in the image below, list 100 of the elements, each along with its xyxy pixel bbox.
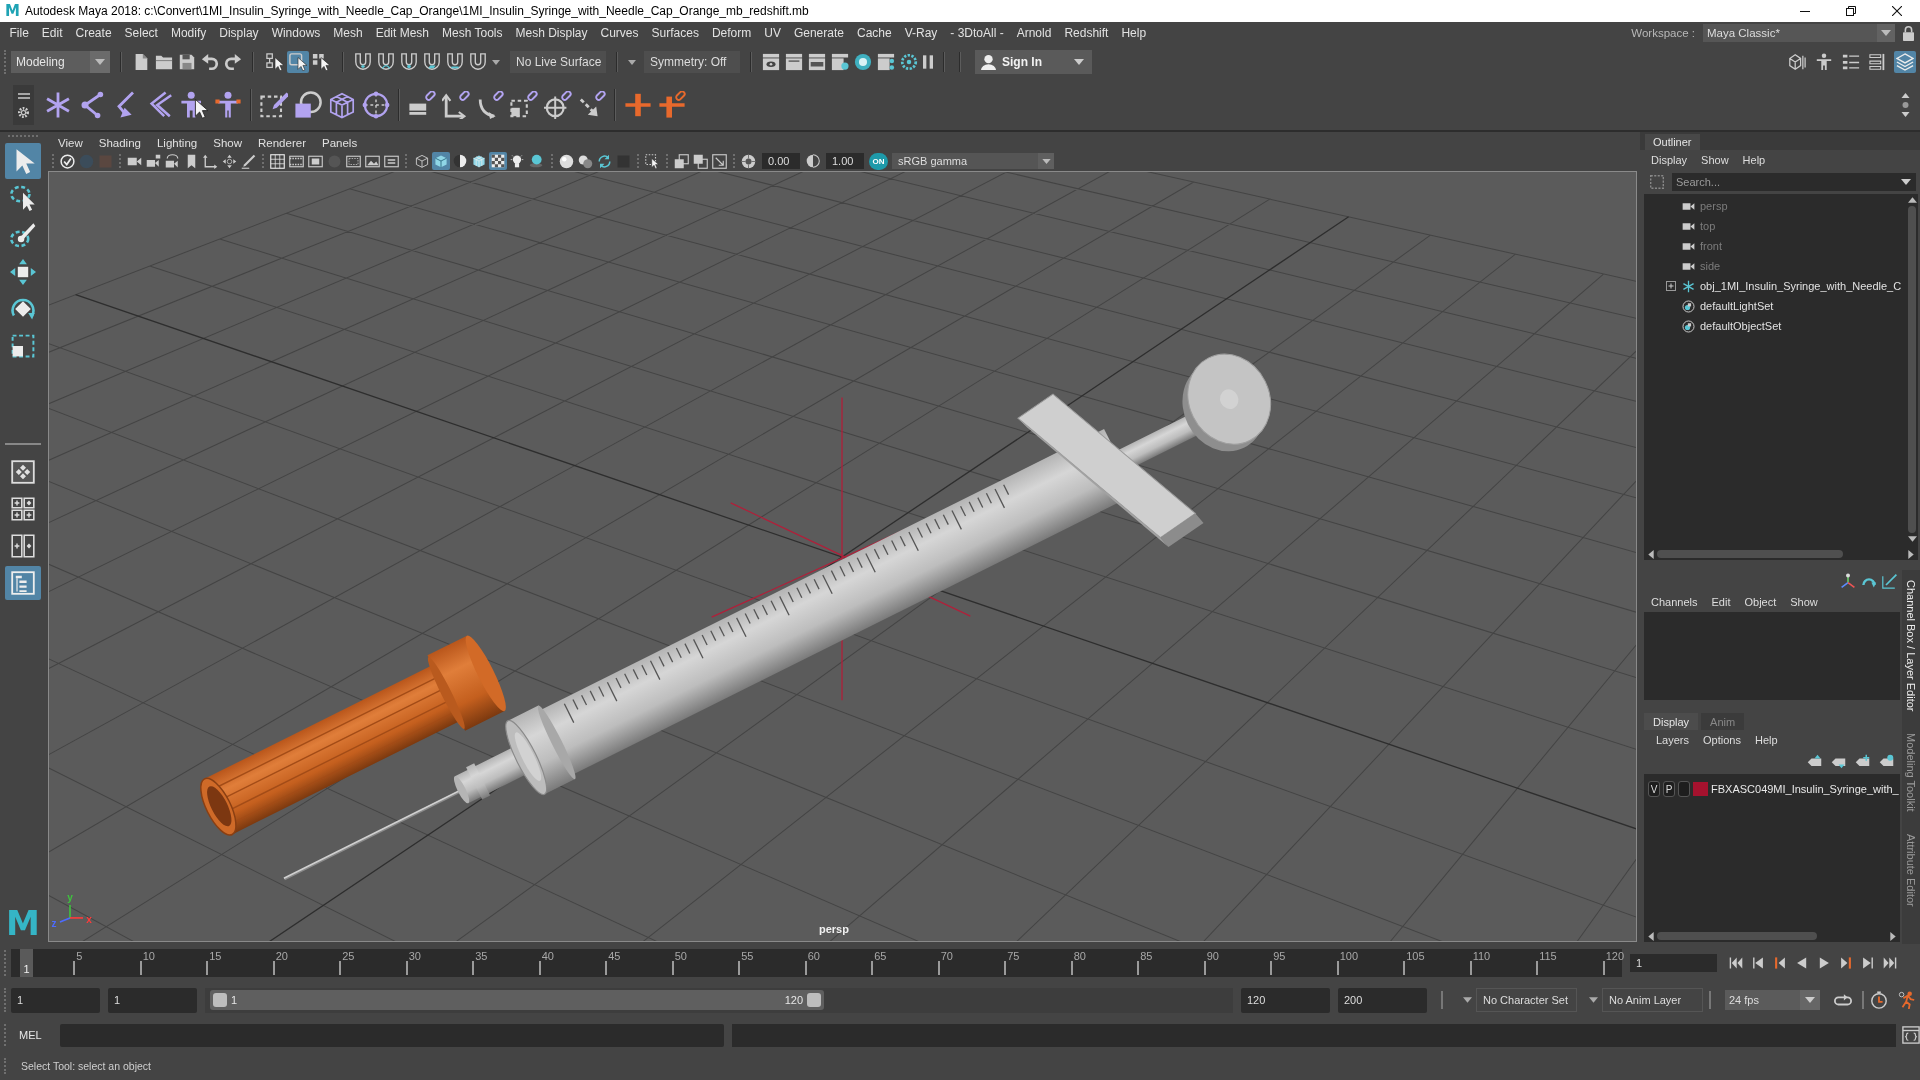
check-circle-icon[interactable] [60,153,75,169]
menu-item[interactable]: Curves [594,22,646,44]
clapper-bar-icon[interactable] [808,53,826,71]
crosshair-link-icon[interactable] [544,91,572,119]
layer-editor-tab[interactable]: Display [1644,713,1699,730]
corner-slash-icon[interactable] [1882,573,1898,589]
scrollbar-thumb[interactable] [1657,932,1817,940]
outliner-item[interactable]: obj_1MI_Insulin_Syringe_with_Needle_C [1644,276,1906,296]
step-forward-icon[interactable] [1861,956,1875,970]
panel-menu-item[interactable]: View [50,136,91,149]
aperture-icon[interactable] [741,153,756,169]
outliner-layout-button[interactable] [5,566,41,600]
menu-item[interactable]: Edit [35,22,70,44]
menu-item[interactable]: Cache [850,22,899,44]
user-icon[interactable] [981,54,996,70]
skip-start-icon[interactable] [1729,956,1743,970]
asterisk-icon[interactable] [44,91,72,119]
close-icon[interactable] [1892,6,1902,16]
symmetry-dropdown[interactable]: Symmetry: Off [644,51,740,73]
running-figure-icon[interactable] [1898,991,1916,1009]
camera-lock-icon[interactable] [146,153,161,169]
outliner-item[interactable]: side [1644,256,1906,276]
folder-icon[interactable] [155,53,173,71]
playhead[interactable]: 1 [20,949,34,977]
range-slider-track[interactable]: 1 120 [205,987,1233,1013]
caret-icon[interactable] [1074,59,1084,65]
end-frame-field[interactable]: 200 [1338,987,1427,1013]
overlap-squares-icon[interactable] [674,153,689,169]
scroll-up-icon[interactable] [1907,197,1917,203]
current-frame-field[interactable]: 1 [1630,954,1717,972]
menu-item[interactable]: File [3,22,36,44]
pencil-icon[interactable] [241,153,256,169]
slider-handle-icon[interactable] [807,993,821,1007]
grid-magnet-icon[interactable] [354,53,372,71]
plus-box-icon[interactable] [1666,281,1676,291]
wire-cube-icon[interactable] [328,91,356,119]
previous-key-icon[interactable] [1773,956,1787,970]
disc-icon[interactable] [854,53,872,71]
fps-dropdown[interactable]: 24 fps [1725,990,1820,1010]
dotted-cursor-icon[interactable] [645,153,660,169]
caret-icon[interactable] [492,59,500,65]
command-input-field[interactable] [60,1023,724,1047]
gamma-field[interactable]: 1.00 [826,153,864,169]
dotted-ring-icon[interactable] [900,53,918,71]
menu-item[interactable]: Create [69,22,119,44]
half-circle-icon[interactable] [806,154,820,168]
cross-icon[interactable] [624,91,652,119]
menu-item[interactable]: Edit [1704,596,1738,608]
stopwatch-icon[interactable] [1870,991,1888,1009]
point-magnet-icon[interactable] [400,53,418,71]
axes-icon[interactable] [203,153,218,169]
workspace-dropdown[interactable]: Maya Classic* [1703,24,1895,42]
minimize-icon[interactable] [1800,10,1810,12]
axes-link-icon[interactable] [442,91,470,119]
panel-menu-item[interactable]: Shading [90,136,149,149]
outliner-pane-icon[interactable] [11,571,35,595]
panel-menu-item[interactable]: Lighting [148,136,206,149]
two-spheres-icon[interactable] [578,153,593,169]
caret-icon[interactable] [1463,997,1472,1003]
grid-icon[interactable] [270,153,285,169]
menu-item[interactable]: Redshift [1057,22,1115,44]
layer-name[interactable]: FBXASC049MI_Insulin_Syringe_with_ [1711,783,1899,795]
viewport-3d-view[interactable]: persp y z x [48,171,1637,942]
shelf-options-panel[interactable] [13,85,34,125]
curve-magnet-icon[interactable] [377,53,395,71]
menu-item[interactable]: UV [757,22,788,44]
plane-magnet-icon[interactable] [423,53,441,71]
menu-item[interactable]: Mesh Tools [435,22,509,44]
loop-arrows-icon[interactable] [1834,992,1852,1008]
menu-item[interactable]: Options [1696,734,1748,746]
menu-item[interactable]: Channels [1644,596,1705,608]
clapper-dots-icon[interactable] [877,53,895,71]
script-language-button[interactable]: MEL [19,1029,49,1041]
scroll-right-icon[interactable] [1890,931,1896,941]
cross-link-icon[interactable] [658,91,686,119]
anim-layer-field[interactable]: No Anim Layer [1602,988,1703,1012]
visibility-toggle[interactable]: V [1648,781,1660,797]
skip-end-icon[interactable] [1883,956,1897,970]
tag-dot-icon[interactable] [1879,753,1894,769]
tag-plus-icon[interactable] [1855,753,1870,769]
undo-icon[interactable] [201,53,219,71]
caret-icon[interactable] [628,59,636,65]
gear-icon[interactable] [18,106,29,118]
menu-item[interactable]: Show [1694,154,1736,166]
dotted-circle-icon[interactable] [362,91,390,119]
menu-item[interactable]: Arnold [1010,22,1058,44]
camera-arc-icon[interactable] [165,153,180,169]
dashed-square-brush-icon[interactable] [260,91,288,119]
menu-item[interactable]: Object [1737,596,1784,608]
dashed-frame-icon[interactable] [1650,175,1664,189]
menu-set-dropdown[interactable]: Modeling [11,51,110,73]
menu-item[interactable]: Generate [787,22,851,44]
side-panel-tab[interactable]: Attribute Editor [1905,834,1917,907]
live-surface-field[interactable]: No Live Surface [510,51,606,73]
scroll-arrows-icon[interactable] [1901,93,1910,117]
film-strip-icon[interactable] [289,153,304,169]
menu-item[interactable]: Windows [265,22,327,44]
menu-item[interactable]: - 3DtoAll - [943,22,1011,44]
slider-handle-icon[interactable] [213,993,227,1007]
menu-item[interactable]: Modify [164,22,213,44]
